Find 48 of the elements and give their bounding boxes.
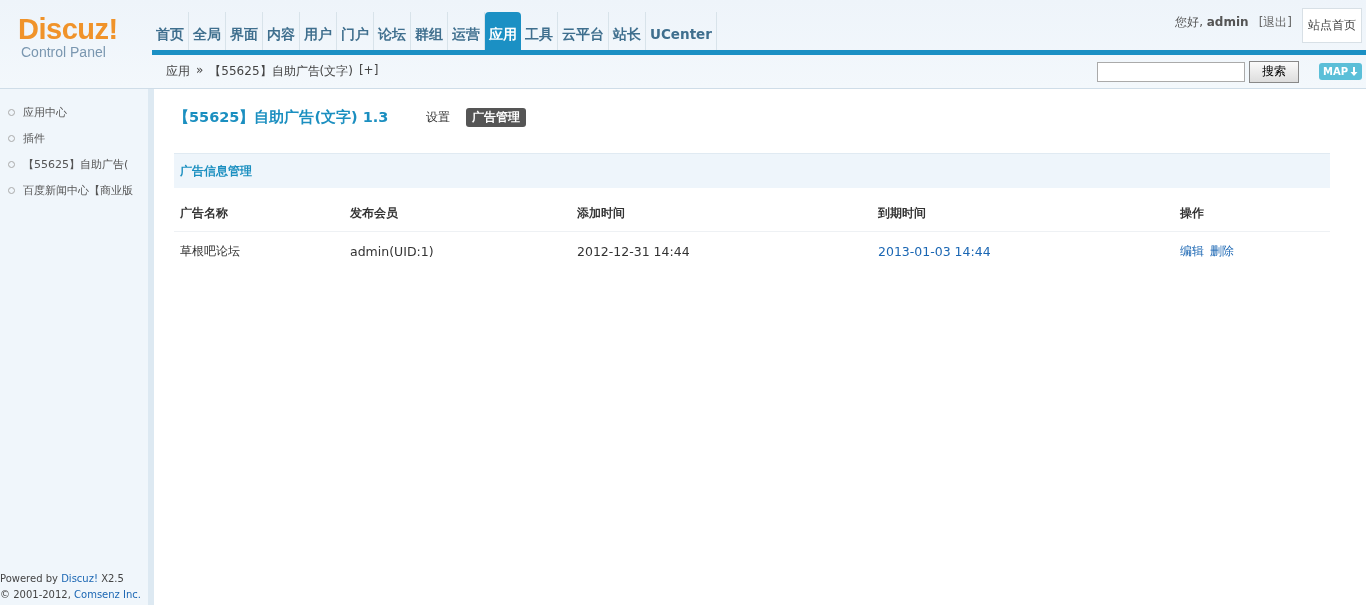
column-header: 操作 bbox=[1174, 196, 1330, 232]
column-header: 到期时间 bbox=[872, 196, 1174, 232]
nav-tab[interactable]: 用户 bbox=[300, 12, 337, 50]
nav-tab[interactable]: 首页 bbox=[152, 12, 189, 50]
nav-tab[interactable]: 内容 bbox=[263, 12, 300, 50]
page-tab[interactable]: 设置 bbox=[420, 107, 457, 127]
logo-subtitle: Control Panel bbox=[21, 44, 107, 60]
column-header: 发布会员 bbox=[344, 196, 571, 232]
company-link[interactable]: Comsenz Inc. bbox=[74, 589, 141, 600]
nav-tab[interactable]: 云平台 bbox=[558, 12, 609, 50]
nav-tab[interactable]: 站长 bbox=[609, 12, 646, 50]
page-tab[interactable]: 广告管理 bbox=[466, 107, 527, 127]
user-greeting: 您好, admin bbox=[1175, 14, 1249, 31]
nav-tab[interactable]: 界面 bbox=[226, 12, 263, 50]
search-field[interactable] bbox=[1096, 61, 1245, 82]
down-arrow-icon bbox=[1350, 67, 1358, 76]
nav-tab[interactable]: 全局 bbox=[189, 12, 226, 50]
table-cell-text: 2013-01-03 14:44 bbox=[877, 243, 992, 261]
column-header: 广告名称 bbox=[174, 196, 344, 232]
nav-tab[interactable]: 应用 bbox=[485, 12, 521, 50]
breadcrumb-link[interactable]: 应用 bbox=[166, 63, 190, 80]
breadcrumb-separator: » bbox=[196, 63, 204, 79]
table-cell-text: admin(UID:1) bbox=[349, 243, 435, 261]
nav-tab[interactable]: 论坛 bbox=[374, 12, 411, 50]
nav-tab[interactable]: UCenter bbox=[646, 12, 717, 50]
search-button[interactable]: 搜索 bbox=[1248, 60, 1299, 83]
action-link[interactable]: 删除 bbox=[1210, 244, 1234, 259]
table-cell-text: 草根吧论坛 bbox=[179, 243, 241, 260]
sidebar-item[interactable]: 【55625】自助广告( bbox=[0, 151, 148, 177]
logo-title: Discuz! bbox=[18, 14, 119, 44]
action-link[interactable]: 编辑 bbox=[1180, 244, 1204, 259]
section-title: 广告信息管理 bbox=[174, 153, 1330, 188]
logout-link[interactable]: [退出] bbox=[1258, 8, 1292, 36]
column-header: 添加时间 bbox=[571, 196, 872, 232]
site-home-button[interactable]: 站点首页 bbox=[1302, 8, 1362, 43]
powered-by-text: Powered by Discuz! X2.5 bbox=[0, 572, 125, 586]
nav-tab[interactable]: 工具 bbox=[521, 12, 558, 50]
sidebar-item[interactable]: 百度新闻中心【商业版 bbox=[0, 177, 148, 203]
brand-link[interactable]: Discuz! bbox=[61, 573, 98, 584]
breadcrumb-current: 【55625】自助广告(文字) bbox=[209, 63, 353, 80]
nav-tab[interactable]: 群组 bbox=[411, 12, 448, 50]
table-cell-text: 2012-12-31 14:44 bbox=[576, 243, 691, 261]
sidebar-item[interactable]: 插件 bbox=[0, 125, 148, 151]
copyright-text: © 2001-2012, Comsenz Inc. bbox=[0, 588, 142, 602]
sidebar-item[interactable]: 应用中心 bbox=[0, 99, 148, 125]
page-title: 【55625】自助广告(文字) 1.3 bbox=[174, 107, 389, 127]
nav-tab[interactable]: 门户 bbox=[337, 12, 374, 50]
add-shortcut-link[interactable]: [+] bbox=[358, 63, 379, 80]
